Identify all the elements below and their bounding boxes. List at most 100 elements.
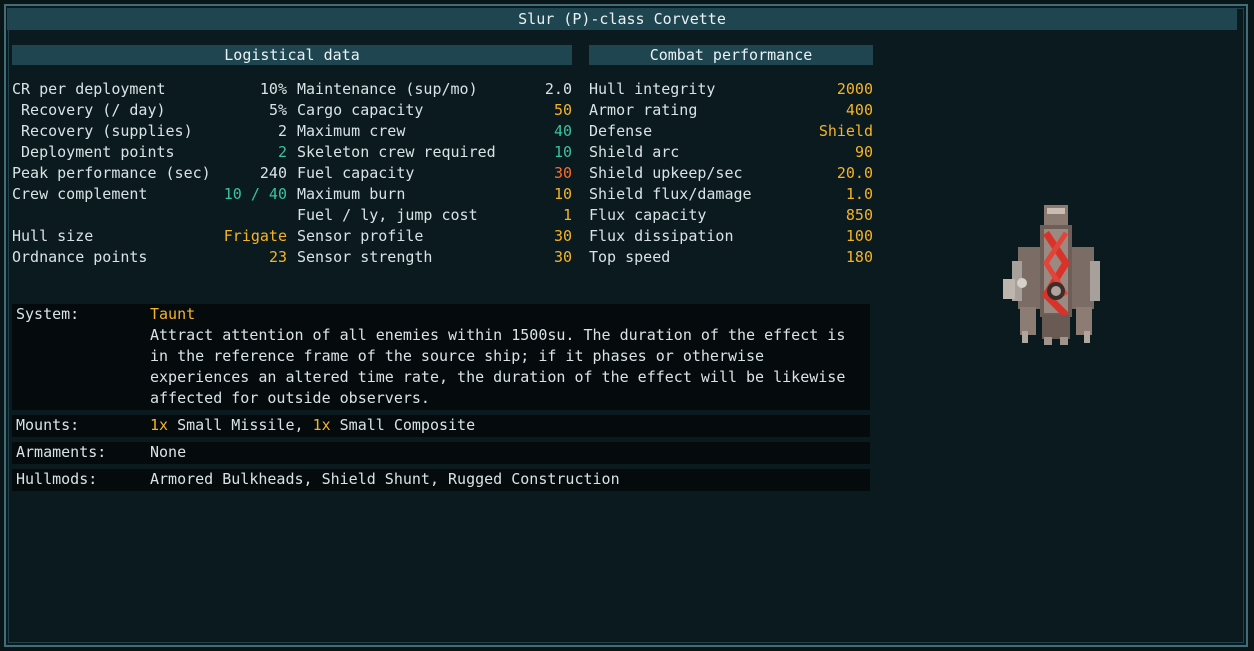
stat-value: 180 xyxy=(845,248,873,266)
stat-value: Shield xyxy=(818,122,873,140)
stat-label: Recovery (/ day) xyxy=(12,101,166,119)
stat-label: Deployment points xyxy=(12,143,175,161)
armaments-row: Armaments: None xyxy=(12,442,870,464)
combat-stat-row: Top speed 180 xyxy=(589,247,873,268)
logistical-stat-row: Skeleton crew required 10 xyxy=(297,142,572,163)
mount-count: 1x xyxy=(312,416,331,434)
logistical-stat-row: Peak performance (sec) 240 xyxy=(12,163,287,184)
ship-sprite-icon xyxy=(1003,205,1100,345)
stat-label: Recovery (supplies) xyxy=(12,122,193,140)
stat-value: 100 xyxy=(845,227,873,245)
logistical-stat-row: Sensor strength 30 xyxy=(297,247,572,268)
stat-value: 30 xyxy=(553,227,572,245)
stat-label: Shield upkeep/sec xyxy=(589,164,743,182)
stat-label: Skeleton crew required xyxy=(297,143,496,161)
armaments-label: Armaments: xyxy=(16,443,107,461)
stat-label: Sensor strength xyxy=(297,248,433,266)
logistical-stat-row xyxy=(12,205,287,226)
stat-value: 10 xyxy=(553,185,572,203)
logistical-stat-row: Fuel / ly, jump cost 1 xyxy=(297,205,572,226)
hullmods-row: Hullmods: Armored Bulkheads, Shield Shun… xyxy=(12,469,870,491)
stat-value: 2 xyxy=(277,122,287,140)
ship-title: Slur (P)-class Corvette xyxy=(7,8,1237,30)
stat-label: Crew complement xyxy=(12,185,148,203)
stat-label: Shield flux/damage xyxy=(589,185,752,203)
stat-label: Maximum crew xyxy=(297,122,406,140)
mounts-row: Mounts: 1x Small Missile, 1x Small Compo… xyxy=(12,415,870,437)
stat-value: 2000 xyxy=(836,80,873,98)
stat-label: Peak performance (sec) xyxy=(12,164,211,182)
hullmods-label: Hullmods: xyxy=(16,470,98,488)
stat-value: 50 xyxy=(553,101,572,119)
stat-value: 10 xyxy=(553,143,572,161)
combat-stat-row: Shield arc 90 xyxy=(589,142,873,163)
stat-value: 850 xyxy=(845,206,873,224)
system-label: System: xyxy=(16,305,80,323)
logistical-stat-row: Hull size Frigate xyxy=(12,226,287,247)
stat-label: Sensor profile xyxy=(297,227,424,245)
stat-value: 30 xyxy=(553,164,572,182)
system-desc-line: experiences an altered time rate, the du… xyxy=(150,368,846,386)
combat-stat-row: Shield upkeep/sec 20.0 xyxy=(589,163,873,184)
stat-value: 20.0 xyxy=(836,164,873,182)
stat-label: Defense xyxy=(589,122,653,140)
mount-name: Small Missile xyxy=(168,416,295,434)
logistical-stat-row: Maximum burn 10 xyxy=(297,184,572,205)
stat-value: 23 xyxy=(268,248,287,266)
logistical-stat-row: Maintenance (sup/mo) 2.0 xyxy=(297,79,572,100)
stat-label: Ordnance points xyxy=(12,248,148,266)
stat-value: 10 / 40 xyxy=(223,185,287,203)
logistical-stat-row: CR per deployment 10% xyxy=(12,79,287,100)
mount-count: 1x xyxy=(150,416,169,434)
combat-stat-row: Flux capacity 850 xyxy=(589,205,873,226)
combat-stat-row: Defense Shield xyxy=(589,121,873,142)
combat-stat-row: Shield flux/damage 1.0 xyxy=(589,184,873,205)
stat-label: Top speed xyxy=(589,248,671,266)
system-value: Taunt Attract attention of all enemies w… xyxy=(150,304,860,409)
stat-value: 10% xyxy=(259,80,287,98)
stat-value: 5% xyxy=(268,101,287,119)
system-name: Taunt xyxy=(150,305,196,323)
stat-value: 1 xyxy=(562,206,572,224)
logistical-stat-row: Recovery (/ day) 5% xyxy=(12,100,287,121)
stat-label: Hull size xyxy=(12,227,94,245)
stat-label: Armor rating xyxy=(589,101,698,119)
logistical-stat-row: Deployment points 2 xyxy=(12,142,287,163)
stat-label: Flux dissipation xyxy=(589,227,734,245)
mount-separator: , xyxy=(294,416,313,434)
stat-label: Cargo capacity xyxy=(297,101,424,119)
system-desc-line: in the reference frame of the source shi… xyxy=(150,347,765,365)
armaments-value: None xyxy=(150,443,187,461)
logistical-stat-row: Maximum crew 40 xyxy=(297,121,572,142)
combat-stat-row: Hull integrity 2000 xyxy=(589,79,873,100)
stat-label: CR per deployment xyxy=(12,80,166,98)
stat-value: 40 xyxy=(553,122,572,140)
mount-name: Small Composite xyxy=(330,416,476,434)
system-row: System: Taunt Attract attention of all e… xyxy=(12,304,870,410)
hullmods-value: Armored Bulkheads, Shield Shunt, Rugged … xyxy=(150,470,620,488)
stat-value: 240 xyxy=(259,164,287,182)
stat-label: Maintenance (sup/mo) xyxy=(297,80,478,98)
stat-label: Fuel / ly, jump cost xyxy=(297,206,478,224)
logistical-stat-row: Cargo capacity 50 xyxy=(297,100,572,121)
stat-label: Maximum burn xyxy=(297,185,406,203)
combat-stat-row: Flux dissipation 100 xyxy=(589,226,873,247)
logistical-stat-row: Recovery (supplies) 2 xyxy=(12,121,287,142)
stat-value: 30 xyxy=(553,248,572,266)
combat-stat-row: Armor rating 400 xyxy=(589,100,873,121)
combat-performance-header: Combat performance xyxy=(589,45,873,65)
stat-value: 2.0 xyxy=(544,80,572,98)
system-desc-line: affected for outside observers. xyxy=(150,389,430,407)
stat-label: Hull integrity xyxy=(589,80,716,98)
logistical-stat-row: Ordnance points 23 xyxy=(12,247,287,268)
stat-label: Flux capacity xyxy=(589,206,707,224)
stat-label: Shield arc xyxy=(589,143,680,161)
logistical-stat-row: Crew complement 10 / 40 xyxy=(12,184,287,205)
system-desc-line: Attract attention of all enemies within … xyxy=(150,326,846,344)
stat-value: Frigate xyxy=(223,227,287,245)
logistical-stat-row: Fuel capacity 30 xyxy=(297,163,572,184)
stat-value: 2 xyxy=(277,143,287,161)
logistical-stat-row: Sensor profile 30 xyxy=(297,226,572,247)
stat-label: Fuel capacity xyxy=(297,164,415,182)
stat-value: 1.0 xyxy=(845,185,873,203)
